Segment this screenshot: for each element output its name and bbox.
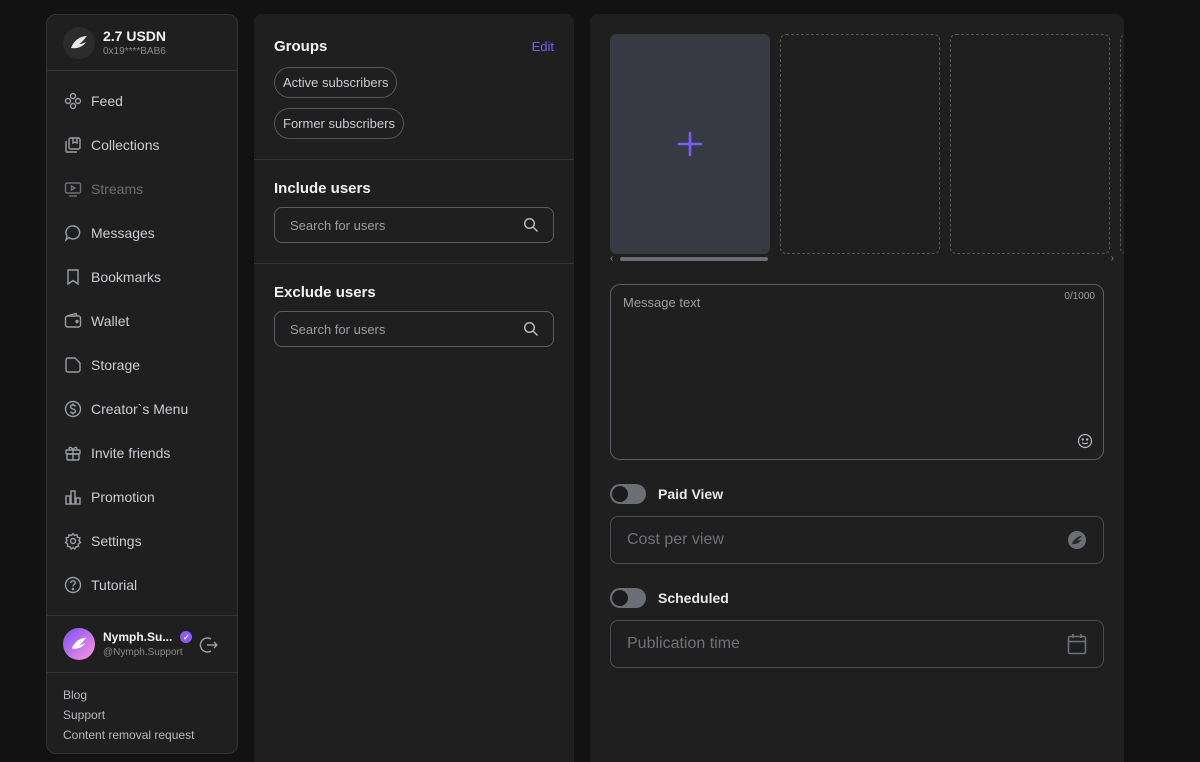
include-users-input[interactable] — [290, 217, 490, 233]
wallet-address: 0x19****BAB6 — [103, 46, 166, 57]
nav-item-wallet[interactable]: Wallet — [47, 299, 237, 343]
nav-item-feed[interactable]: Feed — [47, 79, 237, 123]
group-chip-former-subscribers[interactable]: Former subscribers — [274, 108, 404, 139]
message-text-box[interactable]: 0/1000 — [610, 284, 1104, 460]
content-removal-link[interactable]: Content removal request — [63, 725, 194, 745]
scheduled-toggle[interactable] — [610, 588, 646, 608]
media-slots — [610, 34, 1124, 254]
empty-media-slot — [950, 34, 1110, 254]
exclude-users-title: Exclude users — [274, 284, 376, 301]
audience-panel: Groups Edit Active subscribers Former su… — [254, 14, 574, 762]
nav-label: Storage — [91, 357, 141, 373]
nav-label: Creator`s Menu — [91, 401, 189, 417]
nav-item-messages[interactable]: Messages — [47, 211, 237, 255]
nav-item-creators-menu[interactable]: Creator`s Menu — [47, 387, 237, 431]
group-chip-active-subscribers[interactable]: Active subscribers — [274, 67, 398, 98]
storage-icon — [63, 355, 83, 375]
scheduled-label: Scheduled — [658, 590, 729, 606]
feed-icon — [63, 91, 83, 111]
publication-time-field[interactable] — [610, 620, 1104, 668]
nav-label: Collections — [91, 137, 160, 153]
exclude-users-search[interactable] — [274, 311, 554, 347]
nav-label: Invite friends — [91, 445, 171, 461]
user-name: Nymph.Su... — [103, 630, 173, 644]
nav-item-bookmarks[interactable]: Bookmarks — [47, 255, 237, 299]
user-profile[interactable]: Nymph.Su... ✓ @Nymph.Support — [47, 615, 237, 673]
messages-icon — [63, 223, 83, 243]
nav-item-collections[interactable]: Collections — [47, 123, 237, 167]
plus-icon — [677, 131, 703, 157]
logout-icon[interactable] — [199, 635, 219, 655]
scroll-left-icon[interactable]: ‹ — [610, 253, 613, 264]
nav-label: Feed — [91, 93, 123, 109]
message-composer: ‹ › 0/1000 Paid View Scheduled — [590, 14, 1124, 762]
question-icon — [63, 575, 83, 595]
cost-per-view-field[interactable] — [610, 516, 1104, 564]
wallet-header[interactable]: 2.7 USDN 0x19****BAB6 — [47, 15, 237, 71]
exclude-users-section: Exclude users — [254, 264, 574, 367]
dollar-icon — [63, 399, 83, 419]
bookmark-icon — [63, 267, 83, 287]
main-nav: Feed Collections Streams Messages Bookma… — [47, 71, 237, 607]
nav-label: Promotion — [91, 489, 155, 505]
scrollbar-thumb[interactable] — [620, 257, 768, 261]
add-media-button[interactable] — [610, 34, 770, 254]
publication-time-input[interactable] — [627, 635, 1007, 653]
wallet-icon — [63, 311, 83, 331]
search-icon[interactable] — [523, 217, 539, 233]
footer-links: Blog Support Content removal request — [63, 685, 194, 745]
message-textarea[interactable] — [611, 285, 1103, 459]
nav-label: Settings — [91, 533, 142, 549]
nav-item-settings[interactable]: Settings — [47, 519, 237, 563]
nav-label: Tutorial — [91, 577, 138, 593]
nav-item-invite-friends[interactable]: Invite friends — [47, 431, 237, 475]
currency-coin-icon — [1068, 531, 1086, 549]
nav-item-streams[interactable]: Streams — [47, 167, 237, 211]
include-users-search[interactable] — [274, 207, 554, 243]
gear-icon — [63, 531, 83, 551]
bar-chart-icon — [63, 487, 83, 507]
include-users-title: Include users — [274, 180, 371, 197]
cost-per-view-input[interactable] — [627, 531, 1007, 549]
nav-item-tutorial[interactable]: Tutorial — [47, 563, 237, 607]
character-counter: 0/1000 — [1064, 291, 1095, 302]
nav-label: Bookmarks — [91, 269, 162, 285]
paid-view-label: Paid View — [658, 486, 724, 502]
groups-title: Groups — [274, 38, 328, 55]
avatar[interactable] — [63, 628, 95, 660]
nav-item-promotion[interactable]: Promotion — [47, 475, 237, 519]
media-scrollbar[interactable]: ‹ › — [610, 253, 1114, 264]
support-link[interactable]: Support — [63, 705, 194, 725]
scheduled-row: Scheduled — [610, 588, 729, 608]
empty-media-slot — [1120, 34, 1124, 254]
verified-badge-icon: ✓ — [180, 631, 193, 643]
scroll-right-icon[interactable]: › — [1111, 253, 1114, 264]
nav-item-storage[interactable]: Storage — [47, 343, 237, 387]
paid-view-toggle[interactable] — [610, 484, 646, 504]
emoji-icon[interactable] — [1077, 433, 1093, 449]
nav-label: Messages — [91, 225, 155, 241]
calendar-icon[interactable] — [1067, 633, 1087, 655]
empty-media-slot — [780, 34, 940, 254]
sidebar: 2.7 USDN 0x19****BAB6 Feed Collections S… — [46, 14, 238, 754]
blog-link[interactable]: Blog — [63, 685, 194, 705]
search-icon[interactable] — [523, 321, 539, 337]
wallet-balance: 2.7 USDN — [103, 28, 167, 44]
streams-icon — [63, 179, 83, 199]
brand-logo-icon — [63, 26, 95, 59]
groups-section: Groups Edit Active subscribers Former su… — [254, 14, 574, 160]
nav-label: Streams — [91, 181, 144, 197]
edit-groups-link[interactable]: Edit — [532, 39, 554, 54]
nav-label: Wallet — [91, 313, 130, 329]
gift-icon — [63, 443, 83, 463]
user-handle: @Nymph.Support — [103, 647, 183, 658]
collections-icon — [63, 135, 83, 155]
exclude-users-input[interactable] — [290, 321, 490, 337]
paid-view-row: Paid View — [610, 484, 723, 504]
include-users-section: Include users — [254, 160, 574, 264]
